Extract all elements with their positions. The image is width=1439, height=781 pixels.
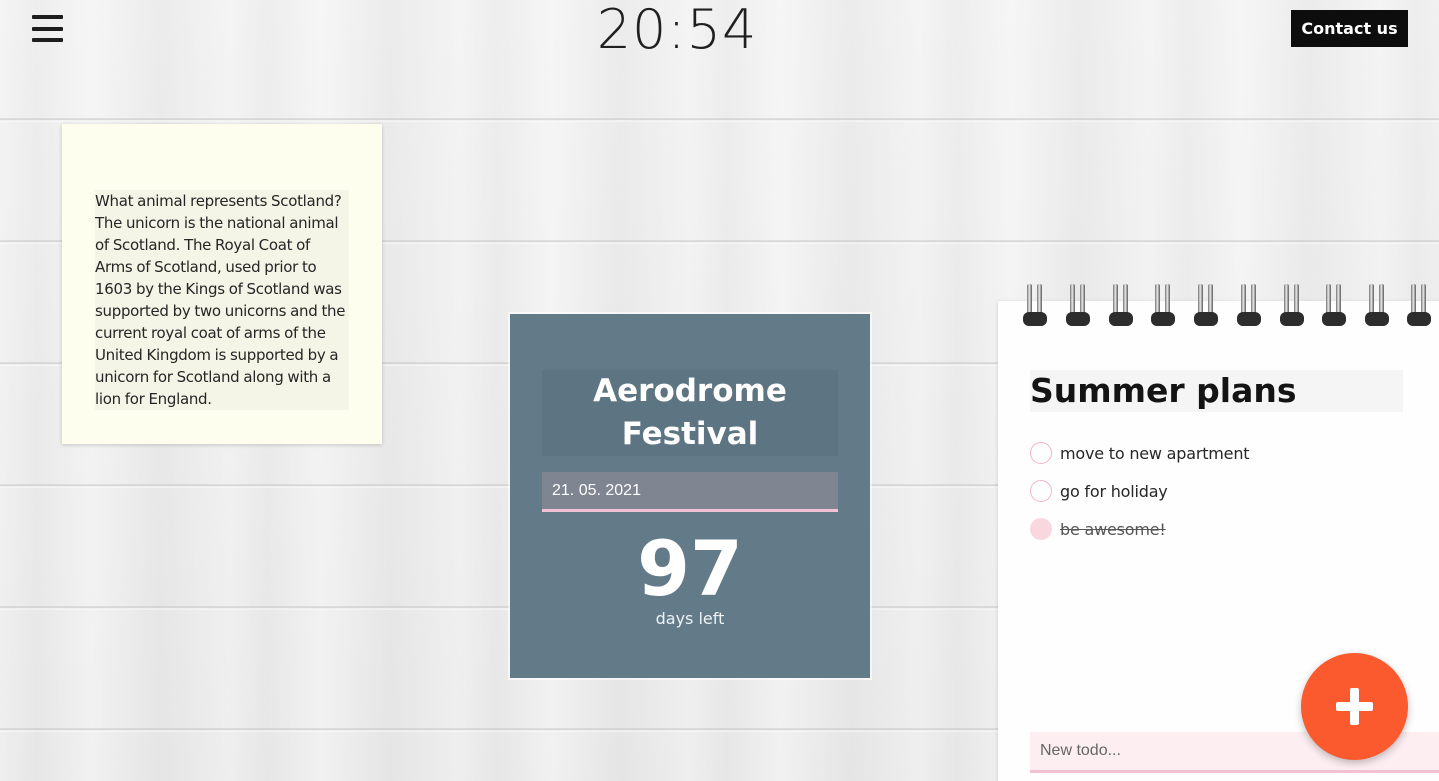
todo-text: be awesome! (1060, 519, 1166, 539)
todo-item[interactable]: go for holiday (1030, 479, 1168, 503)
todo-text: go for holiday (1060, 481, 1168, 501)
ring-icon (1321, 284, 1347, 330)
notebook-title[interactable]: Summer plans (1030, 370, 1403, 412)
countdown-widget: Aerodrome Festival 97 days left (510, 314, 870, 678)
ring-icon (1108, 284, 1134, 330)
ring-icon (1406, 284, 1432, 330)
days-left-label: days left (655, 609, 725, 628)
todo-item[interactable]: move to new apartment (1030, 441, 1250, 465)
todo-checkbox[interactable] (1030, 442, 1052, 464)
ring-icon (1065, 284, 1091, 330)
spiral-binding (998, 284, 1439, 334)
ring-icon (1364, 284, 1390, 330)
add-widget-button[interactable] (1301, 653, 1408, 760)
event-title[interactable]: Aerodrome Festival (542, 370, 838, 456)
todo-checkbox[interactable] (1030, 480, 1052, 502)
event-date-input[interactable] (542, 472, 838, 512)
todo-text: move to new apartment (1060, 443, 1250, 463)
contact-us-button[interactable]: Contact us (1291, 10, 1408, 47)
ring-icon (1150, 284, 1176, 330)
ring-icon (1193, 284, 1219, 330)
sticky-note-text[interactable]: What animal represents Scotland? The uni… (95, 190, 349, 410)
event-title-line: Aerodrome (593, 373, 787, 409)
ring-icon (1236, 284, 1262, 330)
todo-checkbox-checked[interactable] (1030, 518, 1052, 540)
sticky-note[interactable]: What animal represents Scotland? The uni… (62, 124, 382, 444)
ring-icon (1279, 284, 1305, 330)
ring-icon (1022, 284, 1048, 330)
clock: 20:54 (596, 0, 758, 61)
todo-item[interactable]: be awesome! (1030, 517, 1166, 541)
days-left-count: 97 (637, 524, 743, 613)
event-title-line: Festival (621, 416, 759, 452)
